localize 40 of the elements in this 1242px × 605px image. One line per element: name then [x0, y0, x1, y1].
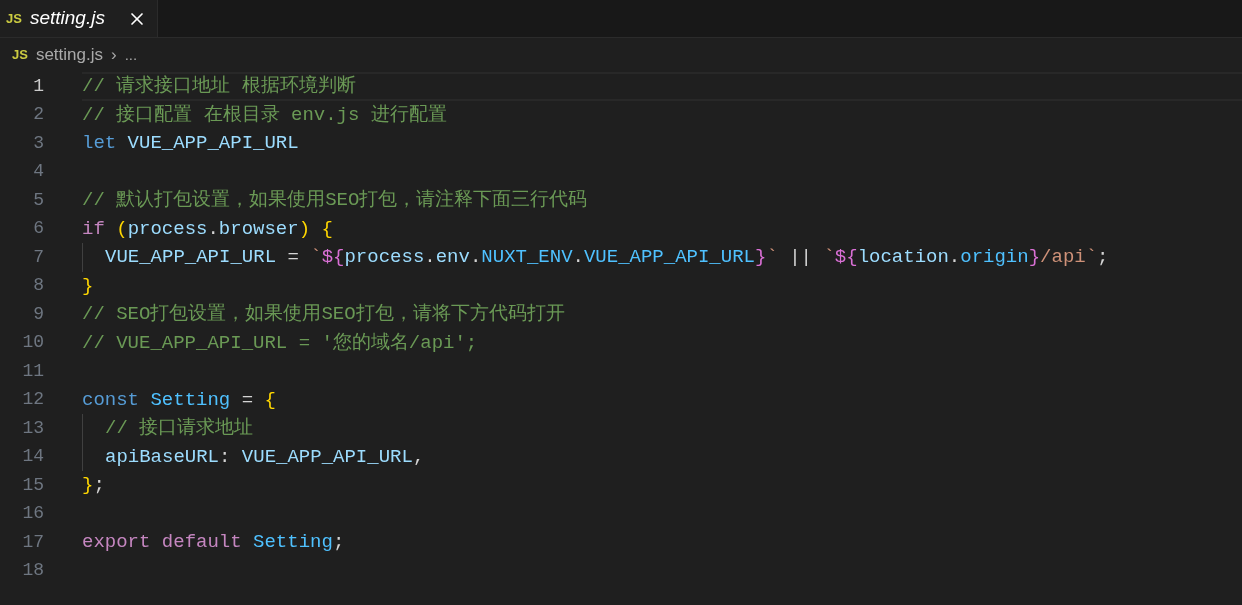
line-number: 6 — [32, 217, 44, 241]
editor-tab[interactable]: JS setting.js — [0, 0, 158, 37]
code-line: const Setting = { — [82, 387, 276, 413]
code-line: let VUE_APP_API_URL — [82, 131, 299, 156]
line-number: 10 — [21, 331, 44, 355]
code-line: if (process.browser) { — [82, 216, 333, 242]
line-number: 17 — [21, 530, 44, 554]
js-file-icon: JS — [12, 45, 28, 65]
breadcrumb-item[interactable]: ... — [124, 43, 138, 67]
code-line: // 请求接口地址 根据环境判断 — [82, 74, 356, 99]
tab-label: setting.js — [29, 6, 106, 31]
code-line: // VUE_APP_API_URL = '您的域名/api'; — [82, 330, 478, 356]
code-line: // 接口配置 在根目录 env.js 进行配置 — [82, 102, 447, 128]
code-line: // 接口请求地址 — [105, 416, 254, 441]
line-number: 7 — [32, 245, 44, 269]
code-line: // SEO打包设置，如果使用SEO打包，请将下方代码打开 — [82, 302, 565, 327]
breadcrumb-item[interactable]: setting.js — [35, 42, 103, 68]
line-number: 14 — [21, 445, 44, 469]
line-number: 11 — [21, 359, 44, 383]
line-number: 15 — [21, 473, 44, 497]
line-number: 16 — [21, 502, 44, 526]
code-line: export default Setting; — [82, 530, 345, 555]
line-number: 3 — [32, 131, 44, 155]
line-number: 13 — [21, 416, 44, 440]
indent-guide — [82, 243, 83, 272]
line-number: 4 — [32, 160, 44, 184]
code-line: apiBaseURL: VUE_APP_API_URL, — [105, 444, 425, 470]
line-number: 9 — [32, 302, 44, 326]
line-number: 5 — [32, 188, 44, 212]
line-number: 8 — [32, 274, 44, 298]
code-line: } — [82, 273, 94, 299]
line-number: 12 — [21, 388, 44, 412]
line-number: 1 — [32, 74, 44, 98]
code-line: // 默认打包设置，如果使用SEO打包，请注释下面三行代码 — [82, 188, 588, 213]
line-number: 18 — [21, 559, 44, 583]
js-file-icon: JS — [6, 8, 22, 29]
code-line: }; — [82, 473, 105, 498]
code-line: VUE_APP_API_URL = `${process.env.NUXT_ENV.VUE_APP_API_URL}` || `${location.origin}/api`; — [105, 245, 1109, 270]
breadcrumb-separator: › — [111, 44, 117, 67]
line-number: 2 — [32, 103, 44, 127]
